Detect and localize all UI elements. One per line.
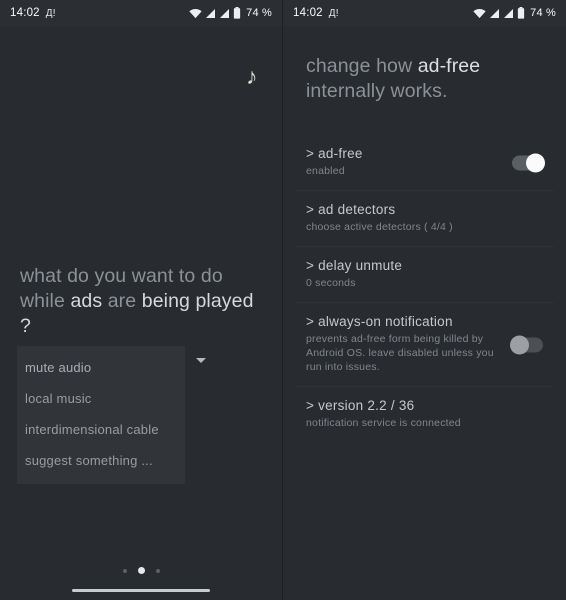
- wifi-icon-2: [473, 8, 486, 19]
- battery-percent-label-2: 74 %: [530, 7, 556, 19]
- status-bar-clock-2: 14:02: [293, 7, 323, 19]
- status-bar-left-group: 14:02 Д!: [10, 7, 56, 19]
- page-title-highlight: ad-free: [417, 55, 481, 77]
- battery-icon: [233, 7, 241, 19]
- status-bar-clock: 14:02: [10, 7, 40, 19]
- page-title: change how ad-free internally works.: [295, 54, 554, 104]
- settings-row-ad-free-subtitle: enabled: [306, 165, 345, 177]
- page-title-part2: internally works.: [306, 80, 448, 102]
- settings-screen-body: change how ad-free internally works. > a…: [283, 54, 566, 600]
- toggle-always-on-notification[interactable]: [510, 335, 543, 354]
- page-dot-1[interactable]: [122, 568, 127, 573]
- settings-row-ad-detectors-subtitle: choose active detectors ( 4/4 ): [306, 221, 453, 233]
- battery-percent-label: 74 %: [246, 7, 272, 19]
- question-highlight-ads: ads: [70, 290, 103, 312]
- settings-row-delay-unmute-title: > delay unmute: [306, 258, 403, 273]
- settings-row-version-subtitle: notification service is connected: [306, 417, 461, 429]
- question-heading: what do you want to do while ads are bei…: [20, 264, 255, 339]
- gesture-pill[interactable]: [72, 588, 210, 592]
- right-phone-screen: 14:02 Д! 74 % change how ad-free interna…: [283, 0, 566, 600]
- settings-list: > ad-free enabled > ad detectors choose …: [295, 135, 554, 442]
- toggle-knob: [526, 153, 545, 172]
- music-note-icon: ♪: [246, 63, 258, 89]
- settings-row-ad-detectors-title: > ad detectors: [306, 202, 396, 217]
- alarm-icon: Д!: [45, 7, 56, 19]
- page-dot-2-active[interactable]: [137, 567, 145, 574]
- settings-row-ad-free-title: > ad-free: [306, 146, 363, 161]
- status-bar-right-group: 74 %: [189, 7, 272, 19]
- settings-row-always-on-notification-subtitle: prevents ad-free form being killed by An…: [306, 333, 494, 373]
- settings-row-delay-unmute-subtitle: 0 seconds: [306, 277, 356, 289]
- settings-row-always-on-notification[interactable]: > always-on notification prevents ad-fre…: [295, 303, 554, 387]
- gesture-nav-bar-left[interactable]: [0, 588, 282, 592]
- toggle-knob-2: [510, 335, 529, 354]
- signal-icon-4: [503, 8, 514, 19]
- chevron-down-icon[interactable]: [196, 358, 206, 363]
- signal-icon-2: [219, 8, 230, 19]
- page-indicator: [0, 567, 282, 574]
- signal-icon: [205, 8, 216, 19]
- page-title-part1: change how: [306, 55, 418, 77]
- question-part3: are: [102, 290, 142, 312]
- dropdown-option-suggest-something[interactable]: suggest something ...: [17, 445, 185, 476]
- options-dropdown-list[interactable]: mute audio local music interdimensional …: [17, 346, 185, 484]
- status-bar-right: 14:02 Д! 74 %: [283, 0, 566, 26]
- status-bar-left: 14:02 Д! 74 %: [0, 0, 282, 26]
- status-bar-right-right-group: 74 %: [473, 7, 556, 19]
- settings-row-version[interactable]: > version 2.2 / 36 notification service …: [295, 387, 554, 442]
- toggle-ad-free[interactable]: [512, 153, 545, 172]
- settings-row-ad-free[interactable]: > ad-free enabled: [295, 135, 554, 191]
- dual-screenshot-container: 14:02 Д! 74 % ♪ what do you want to do w…: [0, 0, 566, 600]
- alarm-icon-2: Д!: [328, 7, 339, 19]
- settings-row-always-on-notification-title: > always-on notification: [306, 314, 453, 329]
- settings-row-delay-unmute[interactable]: > delay unmute 0 seconds: [295, 247, 554, 303]
- wifi-icon: [189, 8, 202, 19]
- left-phone-screen: 14:02 Д! 74 % ♪ what do you want to do w…: [0, 0, 283, 600]
- settings-row-version-title: > version 2.2 / 36: [306, 398, 415, 413]
- page-dot-3[interactable]: [155, 568, 160, 573]
- status-bar-right-left-group: 14:02 Д!: [293, 7, 339, 19]
- battery-icon-2: [517, 7, 525, 19]
- signal-icon-3: [489, 8, 500, 19]
- settings-row-ad-detectors[interactable]: > ad detectors choose active detectors (…: [295, 191, 554, 247]
- dropdown-option-interdimensional-cable[interactable]: interdimensional cable: [17, 414, 185, 445]
- dropdown-option-local-music[interactable]: local music: [17, 383, 185, 414]
- left-screen-body: ♪ what do you want to do while ads are b…: [0, 26, 282, 600]
- dropdown-option-mute-audio[interactable]: mute audio: [17, 352, 185, 383]
- question-part1: what do you want to: [20, 265, 201, 287]
